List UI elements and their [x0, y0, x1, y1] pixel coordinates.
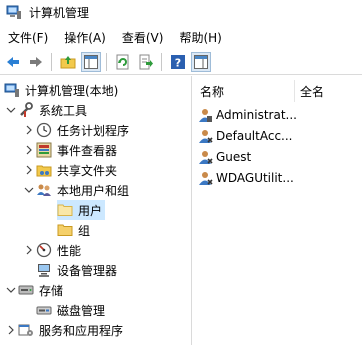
forward-icon — [30, 57, 42, 67]
tree-item-device-manager[interactable]: 设备管理器 — [36, 260, 117, 280]
toolbar: ? — [0, 50, 362, 75]
list-item[interactable]: Administrat... — [197, 105, 362, 125]
chevron-down-icon[interactable] — [4, 100, 18, 120]
tree-item-system-tools[interactable]: 系统工具 — [4, 100, 87, 120]
column-header-fullname[interactable]: 全名 — [300, 80, 324, 102]
chevron-right-icon[interactable] — [22, 140, 36, 160]
user-icon — [199, 151, 213, 164]
toolbar-separator — [106, 53, 107, 71]
back-button[interactable] — [3, 52, 23, 72]
tree-label: 本地用户和组 — [57, 183, 130, 198]
menu-view[interactable]: 查看(V) — [114, 29, 172, 46]
tree-label: 用户 — [78, 203, 103, 218]
tree-label: 磁盘管理 — [57, 303, 106, 318]
user-icon — [199, 172, 213, 185]
export-list-icon — [139, 54, 153, 70]
tree-item-users[interactable]: 用户 — [57, 200, 106, 220]
tree-label: 存储 — [39, 283, 64, 298]
up-one-level-button[interactable] — [58, 52, 78, 72]
user-name: Administrat... — [216, 108, 297, 122]
tree-item-local-users-groups[interactable]: 本地用户和组 — [22, 180, 129, 200]
tree-item-storage[interactable]: 存储 — [4, 280, 63, 300]
tree-item-disk-management[interactable]: 磁盘管理 — [36, 300, 105, 320]
user-icon — [199, 130, 213, 143]
properties-pane-icon — [194, 55, 208, 69]
folder-icon — [57, 222, 73, 238]
up-folder-icon — [60, 56, 76, 69]
refresh-icon — [116, 54, 129, 70]
computer-management-icon — [4, 82, 20, 98]
menu-action[interactable]: 操作(A) — [56, 29, 114, 46]
back-icon — [7, 57, 19, 67]
tree-label: 事件查看器 — [57, 143, 118, 158]
tree-label: 系统工具 — [39, 103, 88, 118]
tree-label: 计算机管理(本地) — [25, 83, 119, 98]
window-title: 计算机管理 — [29, 5, 90, 20]
title-bar: 计算机管理 — [0, 0, 362, 24]
chevron-right-icon[interactable] — [22, 160, 36, 180]
menu-bar: 文件(F) 操作(A) 查看(V) 帮助(H) — [0, 26, 362, 48]
tree-item-shared-folders[interactable]: 共享文件夹 — [22, 160, 117, 180]
user-name: DefaultAcc... — [216, 129, 293, 143]
device-manager-icon — [36, 262, 52, 278]
tree-item-event-viewer[interactable]: 事件查看器 — [22, 140, 117, 160]
user-icon — [199, 109, 212, 122]
chevron-down-icon[interactable] — [22, 180, 36, 200]
show-hide-tree-button[interactable] — [81, 52, 101, 72]
menu-file[interactable]: 文件(F) — [0, 29, 56, 46]
list-item[interactable]: WDAGUtilit... — [197, 168, 362, 188]
chevron-down-icon[interactable] — [4, 280, 18, 300]
disk-management-icon — [36, 302, 52, 318]
storage-icon — [18, 282, 34, 298]
toolbar-separator — [51, 53, 52, 71]
clock-icon — [36, 122, 52, 138]
chevron-right-icon[interactable] — [4, 320, 18, 340]
help-icon: ? — [171, 55, 185, 70]
column-divider[interactable] — [294, 80, 295, 102]
refresh-button[interactable] — [113, 52, 133, 72]
tree-label: 性能 — [57, 243, 82, 258]
tree-label: 服务和应用程序 — [39, 323, 124, 338]
tree-item-task-scheduler[interactable]: 任务计划程序 — [22, 120, 129, 140]
tree-item-root[interactable]: 计算机管理(本地) — [4, 80, 118, 100]
list-item[interactable]: Guest — [197, 147, 362, 167]
users-group-icon — [36, 182, 52, 198]
help-button[interactable]: ? — [168, 52, 188, 72]
folder-icon — [57, 202, 73, 218]
user-name: WDAGUtilit... — [216, 171, 294, 185]
column-header-name[interactable]: 名称 — [200, 80, 224, 102]
menu-help[interactable]: 帮助(H) — [171, 29, 229, 46]
shared-folder-icon — [36, 162, 52, 178]
chevron-right-icon[interactable] — [22, 120, 36, 140]
tree-label: 共享文件夹 — [57, 163, 118, 178]
tree-label: 设备管理器 — [57, 263, 118, 278]
tree-label: 组 — [78, 223, 91, 238]
event-viewer-icon — [36, 142, 52, 158]
tree-item-services-apps[interactable]: 服务和应用程序 — [4, 320, 123, 340]
properties-pane-button[interactable] — [191, 52, 211, 72]
tree-label: 任务计划程序 — [57, 123, 130, 138]
computer-management-icon — [6, 5, 21, 19]
export-list-button[interactable] — [136, 52, 156, 72]
tree-item-performance[interactable]: 性能 — [22, 240, 81, 260]
tools-icon — [18, 102, 34, 118]
show-hide-tree-icon — [84, 55, 98, 69]
toolbar-separator — [161, 53, 162, 71]
user-name: Guest — [216, 150, 252, 164]
chevron-right-icon[interactable] — [22, 240, 36, 260]
performance-icon — [36, 242, 52, 258]
services-apps-icon — [18, 322, 34, 338]
forward-button[interactable] — [26, 52, 46, 72]
tree-item-groups[interactable]: 组 — [57, 220, 90, 240]
svg-text:?: ? — [175, 57, 181, 70]
list-item[interactable]: DefaultAcc... — [197, 126, 362, 146]
